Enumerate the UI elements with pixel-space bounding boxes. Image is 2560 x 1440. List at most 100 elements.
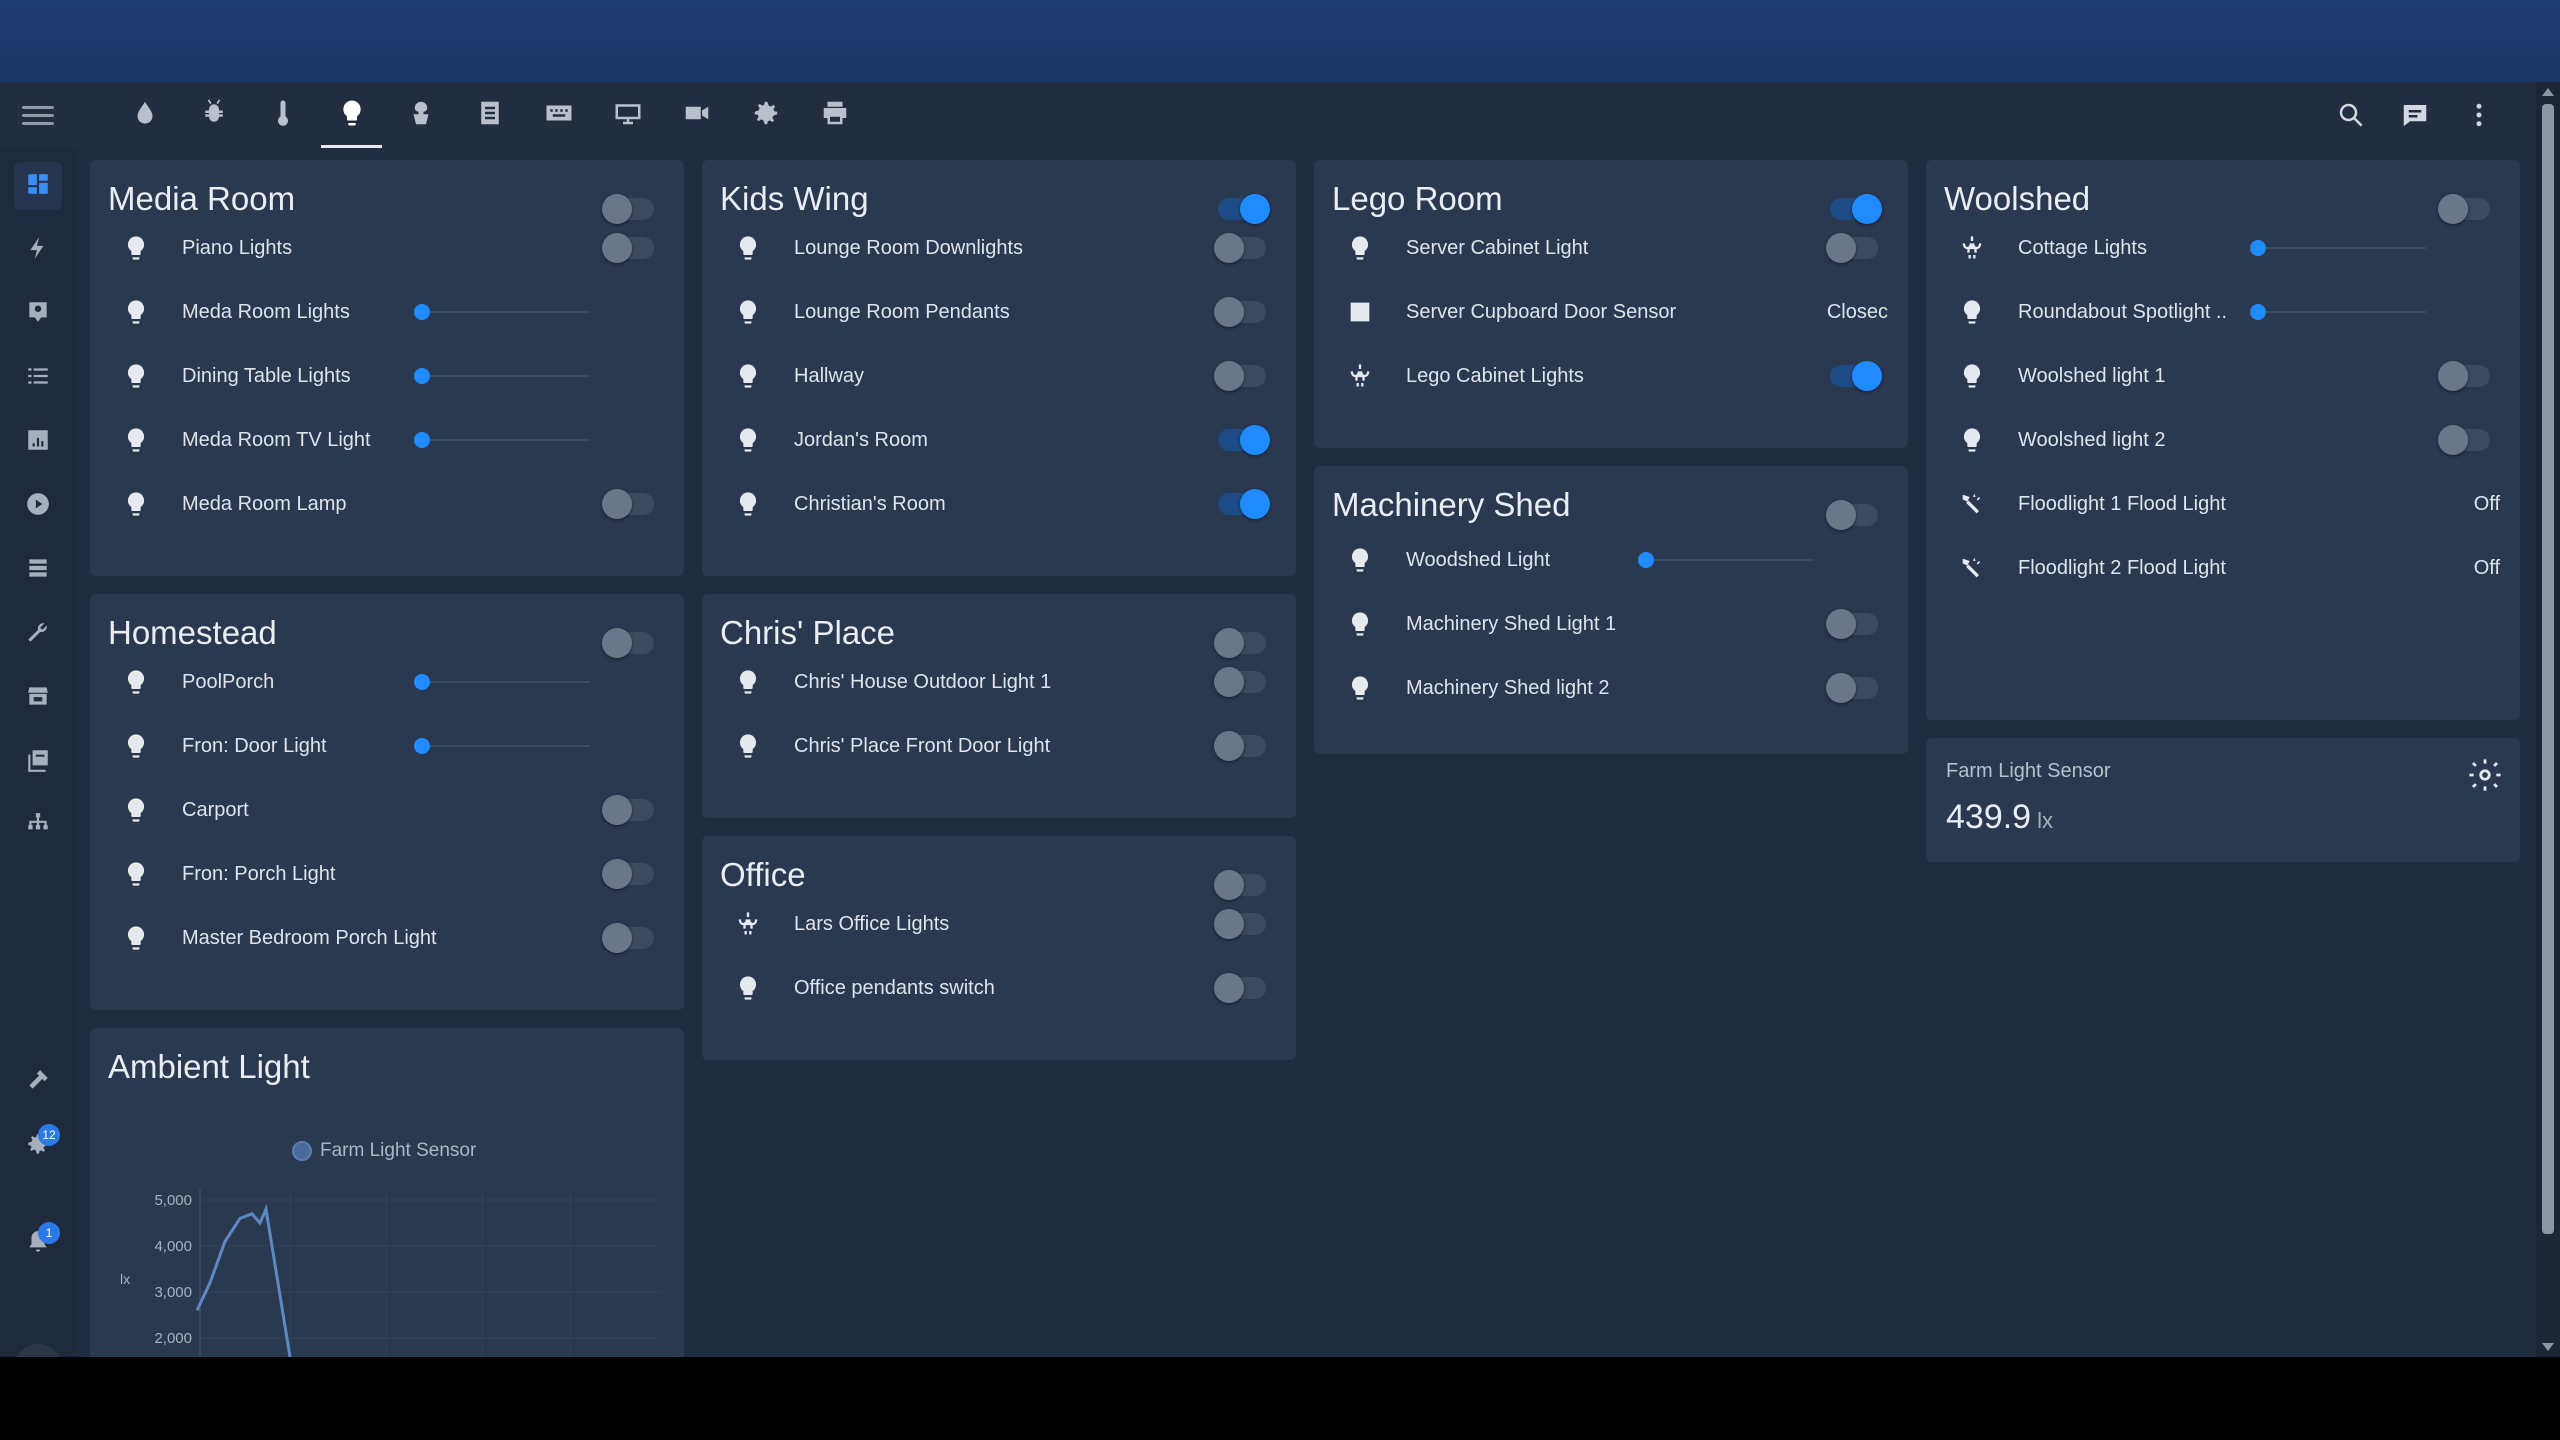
- more-vertical-icon[interactable]: [2462, 98, 2496, 132]
- entity-label[interactable]: Cottage Lights: [2018, 237, 2147, 260]
- card-master-toggle[interactable]: [1830, 194, 1882, 224]
- entity-toggle[interactable]: [1214, 973, 1266, 1003]
- entity-toggle[interactable]: [1214, 233, 1266, 263]
- brightness-slider[interactable]: [2250, 240, 2426, 256]
- entity-label[interactable]: Machinery Shed light 2: [1406, 677, 1609, 700]
- entity-toggle[interactable]: [602, 489, 654, 519]
- entity-label[interactable]: Dining Table Lights: [182, 365, 351, 388]
- entity-toggle[interactable]: [1214, 731, 1266, 761]
- tab-lights[interactable]: [317, 82, 386, 148]
- entity-label[interactable]: Chris' House Outdoor Light 1: [794, 671, 1051, 694]
- entity-toggle[interactable]: [1826, 233, 1878, 263]
- sidebar-item-logbook[interactable]: [14, 354, 62, 402]
- sidebar-item-dashboard[interactable]: [14, 162, 62, 210]
- entity-toggle[interactable]: [602, 795, 654, 825]
- entity-toggle[interactable]: [1218, 425, 1270, 455]
- entity-label[interactable]: Woolshed light 2: [2018, 429, 2166, 452]
- card-master-toggle[interactable]: [1214, 870, 1266, 900]
- entity-label[interactable]: Floodlight 1 Flood Light: [2018, 493, 2226, 516]
- sidebar-item-network[interactable]: [14, 802, 62, 850]
- entity-toggle[interactable]: [1830, 361, 1882, 391]
- entity-toggle[interactable]: [1214, 297, 1266, 327]
- card-master-toggle[interactable]: [1214, 628, 1266, 658]
- sidebar-item-media[interactable]: [14, 482, 62, 530]
- entity-toggle[interactable]: [602, 923, 654, 953]
- entity-label[interactable]: Machinery Shed Light 1: [1406, 613, 1616, 636]
- brightness-slider[interactable]: [414, 304, 590, 320]
- entity-label[interactable]: Fron: Door Light: [182, 735, 327, 758]
- sidebar-item-developer-tools[interactable]: [14, 1058, 62, 1106]
- entity-label[interactable]: Server Cupboard Door Sensor: [1406, 301, 1676, 324]
- tab-camera[interactable]: [662, 82, 731, 148]
- card-master-toggle[interactable]: [602, 628, 654, 658]
- sidebar-item-energy[interactable]: [14, 226, 62, 274]
- entity-label[interactable]: Chris' Place Front Door Light: [794, 735, 1050, 758]
- entity-label[interactable]: Lars Office Lights: [794, 913, 949, 936]
- entity-label[interactable]: Meda Room TV Light: [182, 429, 371, 452]
- card-master-toggle[interactable]: [602, 194, 654, 224]
- entity-label[interactable]: Woodshed Light: [1406, 549, 1550, 572]
- sidebar-item-notifications[interactable]: 1: [14, 1220, 62, 1268]
- tab-settings[interactable]: [731, 82, 800, 148]
- entity-label[interactable]: Christian's Room: [794, 493, 946, 516]
- brightness-slider[interactable]: [414, 432, 590, 448]
- brightness-slider[interactable]: [2250, 304, 2426, 320]
- chat-icon[interactable]: [2398, 98, 2432, 132]
- brightness-slider[interactable]: [414, 674, 590, 690]
- entity-label[interactable]: Hallway: [794, 365, 864, 388]
- entity-label[interactable]: Lounge Room Pendants: [794, 301, 1010, 324]
- entity-label[interactable]: Server Cabinet Light: [1406, 237, 1588, 260]
- tab-garden[interactable]: [386, 82, 455, 148]
- entity-label[interactable]: Carport: [182, 799, 249, 822]
- entity-toggle[interactable]: [1214, 667, 1266, 697]
- entity-toggle[interactable]: [1214, 909, 1266, 939]
- sidebar-item-settings[interactable]: 12: [14, 1122, 62, 1170]
- card-master-toggle[interactable]: [1826, 500, 1878, 530]
- entity-label[interactable]: PoolPorch: [182, 671, 274, 694]
- entity-label[interactable]: Roundabout Spotlight ..: [2018, 301, 2227, 324]
- tab-list[interactable]: [455, 82, 524, 148]
- card-master-toggle[interactable]: [2438, 194, 2490, 224]
- scroll-thumb[interactable]: [2542, 104, 2554, 1234]
- sidebar-item-history[interactable]: [14, 418, 62, 466]
- entity-toggle[interactable]: [1218, 489, 1270, 519]
- entity-toggle[interactable]: [1826, 673, 1878, 703]
- entity-label[interactable]: Jordan's Room: [794, 429, 928, 452]
- entity-label[interactable]: Fron: Porch Light: [182, 863, 335, 886]
- entity-toggle[interactable]: [602, 233, 654, 263]
- entity-label[interactable]: Piano Lights: [182, 237, 292, 260]
- scroll-up-arrow[interactable]: [2542, 88, 2554, 96]
- entity-label[interactable]: Meda Room Lamp: [182, 493, 347, 516]
- entity-toggle[interactable]: [1214, 361, 1266, 391]
- search-icon[interactable]: [2334, 98, 2368, 132]
- entity-label[interactable]: Meda Room Lights: [182, 301, 350, 324]
- brightness-slider[interactable]: [1638, 552, 1814, 568]
- entity-toggle[interactable]: [602, 859, 654, 889]
- page-scrollbar[interactable]: [2536, 82, 2560, 1357]
- sidebar-item-tools[interactable]: [14, 610, 62, 658]
- tab-monitor[interactable]: [593, 82, 662, 148]
- tab-climate[interactable]: [248, 82, 317, 148]
- entity-toggle[interactable]: [1826, 609, 1878, 639]
- menu-icon[interactable]: [22, 100, 54, 130]
- entity-toggle[interactable]: [2438, 425, 2490, 455]
- card-master-toggle[interactable]: [1218, 194, 1270, 224]
- sidebar-item-store[interactable]: [14, 674, 62, 722]
- entity-toggle[interactable]: [2438, 361, 2490, 391]
- card-farm-light-sensor[interactable]: Farm Light Sensor 439.9 lx: [1926, 738, 2520, 862]
- sidebar-item-library[interactable]: [14, 738, 62, 786]
- sidebar-item-map[interactable]: [14, 290, 62, 338]
- sidebar-item-todo[interactable]: [14, 546, 62, 594]
- entity-label[interactable]: Master Bedroom Porch Light: [182, 927, 437, 950]
- entity-label[interactable]: Office pendants switch: [794, 977, 995, 1000]
- entity-label[interactable]: Lounge Room Downlights: [794, 237, 1023, 260]
- tab-printer[interactable]: [800, 82, 869, 148]
- tab-pests[interactable]: [179, 82, 248, 148]
- entity-label[interactable]: Woolshed light 1: [2018, 365, 2166, 388]
- brightness-slider[interactable]: [414, 368, 590, 384]
- entity-label[interactable]: Floodlight 2 Flood Light: [2018, 557, 2226, 580]
- entity-label[interactable]: Lego Cabinet Lights: [1406, 365, 1584, 388]
- brightness-slider[interactable]: [414, 738, 590, 754]
- tab-water[interactable]: [110, 82, 179, 148]
- tab-keyboard[interactable]: [524, 82, 593, 148]
